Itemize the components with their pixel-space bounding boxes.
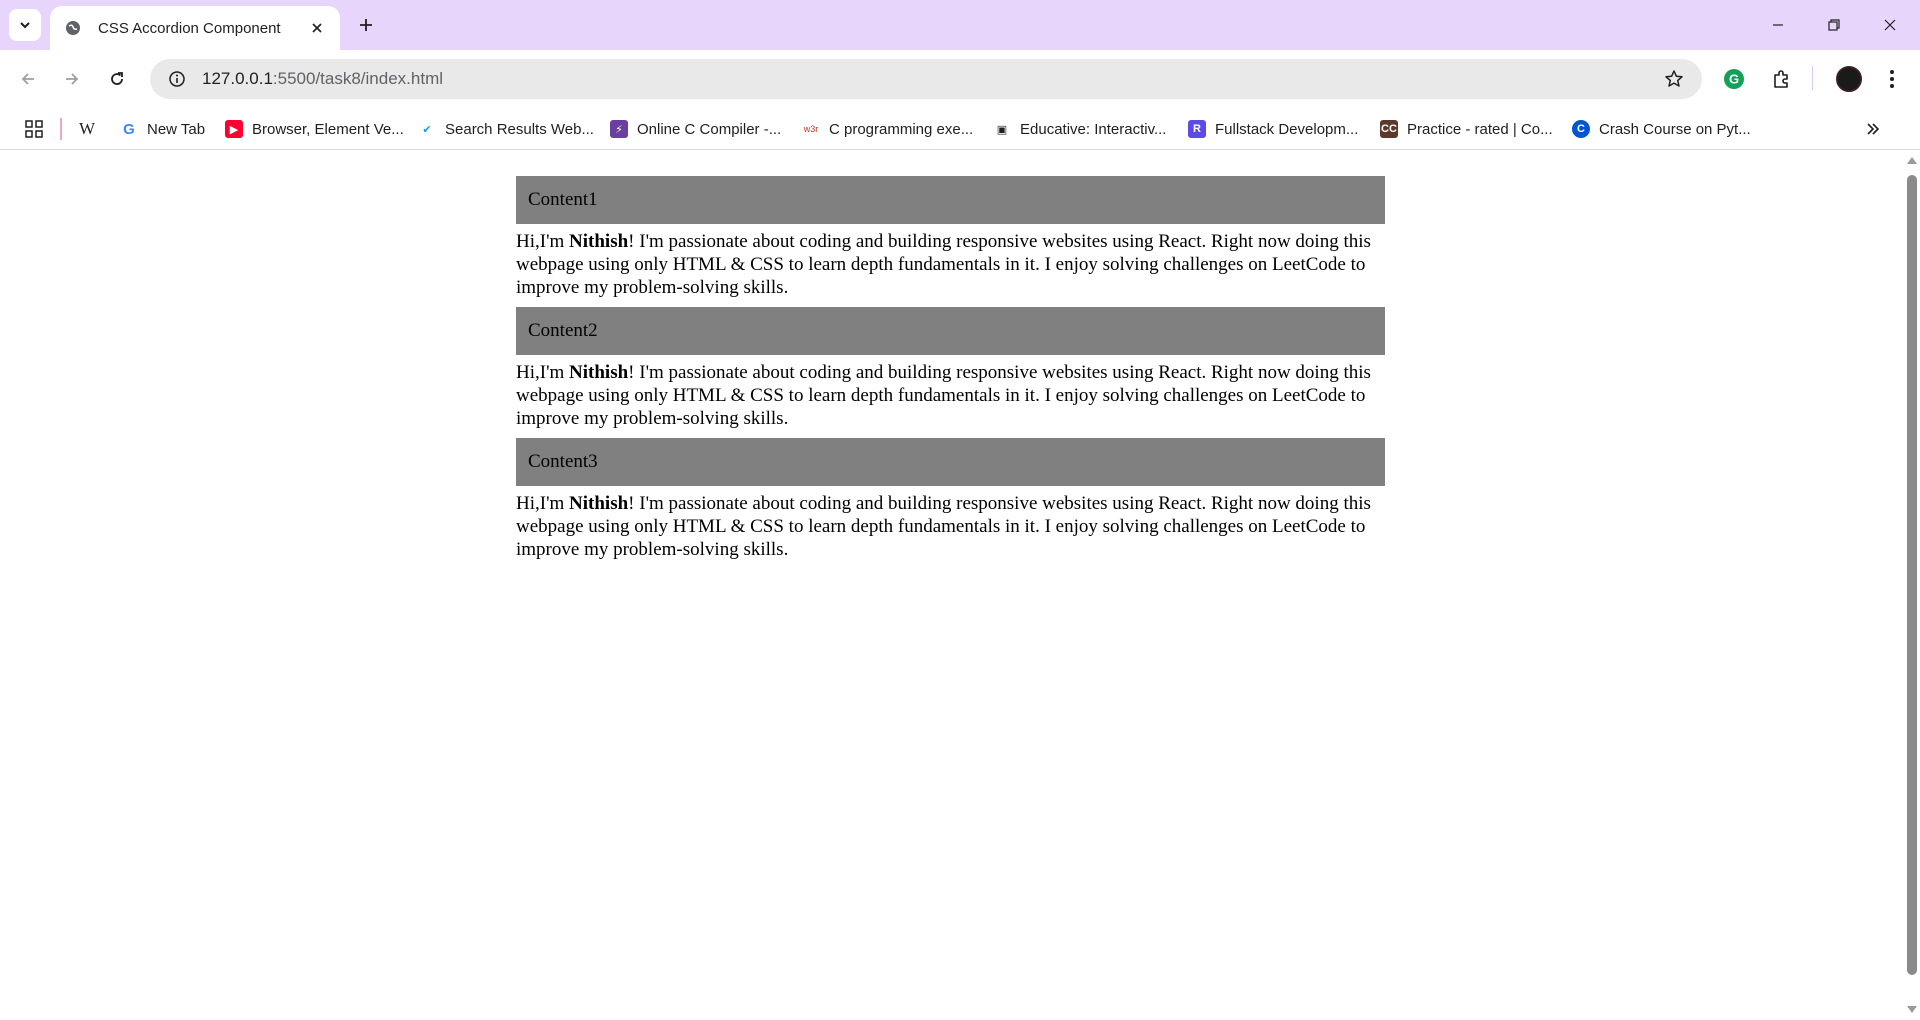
profile-avatar[interactable]	[1836, 66, 1862, 92]
bookmark-item[interactable]: w3r C programming exe...	[802, 115, 974, 143]
r-icon: R	[1188, 120, 1206, 138]
minimize-button[interactable]	[1750, 0, 1806, 50]
terminal-icon: ▣	[996, 123, 1008, 136]
page-viewport: Content1 Hi,I'm Nithish! I'm passionate a…	[0, 151, 1904, 1020]
bookmark-label: C programming exe...	[829, 120, 974, 138]
title-bar: CSS Accordion Component	[0, 0, 1920, 50]
chevron-down-icon	[20, 22, 30, 29]
minimize-icon	[1773, 24, 1783, 26]
bookmark-star-icon[interactable]	[1658, 63, 1690, 95]
extensions-button[interactable]	[1765, 63, 1797, 95]
accordion-header-3[interactable]: Content3	[516, 438, 1385, 486]
arrow-right-icon	[66, 73, 79, 85]
close-tab-icon[interactable]	[306, 17, 328, 39]
more-bookmarks-icon[interactable]	[1862, 118, 1884, 140]
vertical-scrollbar[interactable]	[1904, 151, 1920, 1020]
browser-toolbar: 127.0.0.1:5500/task8/index.html G	[0, 50, 1920, 108]
scroll-up-arrow-icon[interactable]	[1907, 157, 1917, 164]
author-name: Nithish	[569, 493, 629, 514]
close-window-button[interactable]	[1862, 0, 1918, 50]
url-host: 127.0.0.1	[202, 69, 273, 88]
menu-button[interactable]	[1876, 63, 1908, 95]
bookmark-item[interactable]: R Fullstack Developm...	[1188, 115, 1358, 143]
reload-button[interactable]	[101, 63, 133, 95]
svg-text:G: G	[1729, 72, 1739, 87]
bookmark-label: Browser, Element Ve...	[252, 120, 404, 138]
bookmark-label: Crash Course on Pyt...	[1599, 120, 1751, 138]
coursera-icon: C	[1572, 120, 1590, 138]
url-path: :5500/task8/index.html	[272, 69, 444, 88]
url-text[interactable]: 127.0.0.1:5500/task8/index.html	[202, 69, 1658, 89]
bookmark-item[interactable]: ▶ Browser, Element Ve...	[225, 115, 404, 143]
bio-text: ! I'm passionate about coding and buildi…	[516, 231, 1371, 298]
bookmark-label: Online C Compiler -...	[637, 120, 782, 138]
bookmark-label: Educative: Interactiv...	[1020, 120, 1167, 138]
bio-text: ! I'm passionate about coding and buildi…	[516, 362, 1371, 429]
grammarly-icon: G	[1724, 69, 1744, 89]
site-info-icon[interactable]	[164, 66, 190, 92]
reload-icon	[111, 72, 123, 85]
google-icon: G	[123, 120, 135, 138]
toolbar-divider	[1812, 66, 1813, 90]
active-tab[interactable]: CSS Accordion Component	[50, 6, 340, 50]
plus-icon	[360, 19, 372, 31]
codechef-icon: CC	[1380, 120, 1398, 138]
bookmark-item[interactable]: ⚡ Online C Compiler -...	[610, 115, 781, 143]
w3r-icon: w3r	[803, 124, 819, 134]
close-icon	[1884, 19, 1896, 31]
globe-icon	[64, 19, 82, 37]
checklist-icon: ✔	[422, 123, 432, 136]
bookmark-label: Practice - rated | Co...	[1407, 120, 1553, 138]
scroll-down-arrow-icon[interactable]	[1907, 1006, 1917, 1013]
bookmark-label: New Tab	[147, 120, 206, 138]
arrow-left-icon	[21, 73, 34, 85]
new-tab-button[interactable]	[352, 11, 380, 39]
more-vertical-icon	[1890, 70, 1894, 88]
bookmark-item[interactable]: G New Tab	[120, 115, 205, 143]
bookmark-item[interactable]: W	[78, 115, 96, 143]
author-name: Nithish	[569, 362, 629, 383]
intro-text: Hi,I'm	[516, 493, 570, 514]
bookmark-label: Fullstack Developm...	[1215, 120, 1359, 138]
address-bar[interactable]: 127.0.0.1:5500/task8/index.html	[150, 59, 1702, 99]
restore-button[interactable]	[1806, 0, 1862, 50]
bolt-icon: ⚡	[610, 120, 628, 138]
youtube-icon: ▶	[225, 120, 243, 138]
accordion-content-2: Hi,I'm Nithish! I'm passionate about cod…	[516, 355, 1385, 438]
accordion: Content1 Hi,I'm Nithish! I'm passionate a…	[516, 176, 1385, 569]
bookmark-item[interactable]: ✔ Search Results Web...	[418, 115, 594, 143]
accordion-header-2[interactable]: Content2	[516, 307, 1385, 355]
bookmark-label: Search Results Web...	[445, 120, 594, 138]
bookmarks-bar: W G New Tab ▶ Browser, Element Ve... ✔ Search …	[0, 108, 1920, 150]
bookmark-item[interactable]: CC Practice - rated | Co...	[1380, 115, 1553, 143]
accordion-content-1: Hi,I'm Nithish! I'm passionate about cod…	[516, 224, 1385, 307]
intro-text: Hi,I'm	[516, 231, 570, 252]
bio-text: ! I'm passionate about coding and buildi…	[516, 493, 1371, 560]
back-button[interactable]	[12, 63, 44, 95]
author-name: Nithish	[569, 231, 629, 252]
bookmarks-divider	[60, 118, 62, 140]
puzzle-icon	[1774, 70, 1788, 88]
wikipedia-icon: W	[78, 119, 96, 138]
accordion-content-3: Hi,I'm Nithish! I'm passionate about cod…	[516, 486, 1385, 569]
accordion-header-1[interactable]: Content1	[516, 176, 1385, 224]
restore-icon	[1828, 19, 1840, 31]
forward-button[interactable]	[56, 63, 88, 95]
bookmark-item[interactable]: C Crash Course on Pyt...	[1572, 115, 1751, 143]
tab-search-button[interactable]	[9, 9, 41, 41]
grammarly-extension[interactable]: G	[1718, 63, 1750, 95]
tab-title: CSS Accordion Component	[98, 19, 281, 37]
intro-text: Hi,I'm	[516, 362, 570, 383]
apps-grid-icon[interactable]	[22, 117, 46, 141]
bookmark-item[interactable]: ▣ Educative: Interactiv...	[993, 115, 1167, 143]
scrollbar-thumb[interactable]	[1907, 175, 1917, 975]
